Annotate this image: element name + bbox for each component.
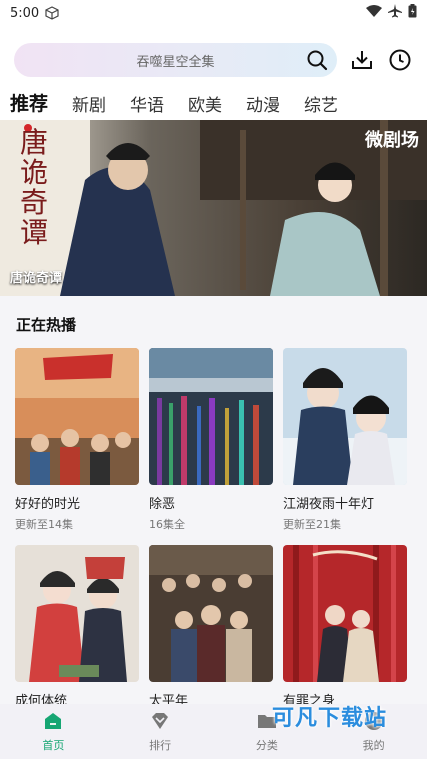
status-time: 5:00 [10, 5, 40, 21]
hot-section: 正在热播 好好的时光 更新至14集 除恶 16集全 江湖夜雨十年灯 更新至21集… [0, 296, 427, 709]
download-button[interactable] [349, 47, 375, 73]
show-poster [283, 348, 407, 485]
nav-home-label: 首页 [42, 738, 65, 752]
banner-caption: 唐诡奇谭 [10, 271, 63, 286]
history-button[interactable] [387, 47, 413, 73]
show-card[interactable]: 成何体统 [15, 545, 139, 713]
show-name: 好好的时光 [15, 497, 81, 512]
nav-ranking-label: 排行 [149, 738, 172, 752]
show-poster [149, 545, 273, 682]
nav-home[interactable]: 首页 [0, 704, 107, 759]
show-name: 除恶 [149, 497, 176, 512]
home-icon [45, 712, 62, 729]
package-icon [45, 6, 59, 20]
show-poster [283, 545, 407, 682]
show-status: 更新至14集 [15, 518, 73, 531]
tab-western[interactable]: 欧美 [188, 91, 222, 116]
show-card[interactable]: 除恶 16集全 [149, 348, 273, 532]
clock-icon [389, 49, 411, 71]
search-input[interactable]: 吞噬星空全集 [14, 43, 337, 77]
tab-new[interactable]: 新剧 [72, 91, 106, 116]
banner-brand: 微剧场 [365, 130, 419, 151]
show-name: 江湖夜雨十年灯 [283, 497, 375, 512]
show-card[interactable]: 江湖夜雨十年灯 更新至21集 [283, 348, 407, 532]
tab-variety[interactable]: 综艺 [304, 91, 338, 116]
show-status: 16集全 [149, 518, 185, 531]
show-poster [149, 348, 273, 485]
download-icon [352, 51, 372, 69]
show-poster [15, 348, 139, 485]
ranking-icon [152, 712, 169, 729]
hero-banner[interactable]: 唐诡奇谭 微剧场 唐诡奇谭 [0, 120, 427, 296]
status-bar: 5:00 [0, 0, 427, 26]
tab-chinese[interactable]: 华语 [130, 91, 164, 116]
section-title: 正在热播 [16, 316, 77, 334]
banner-title-art: 唐诡奇谭 [20, 126, 49, 249]
watermark: 可凡下载站 [272, 706, 388, 731]
nav-ranking[interactable]: 排行 [107, 704, 214, 759]
battery-icon [408, 4, 417, 18]
tab-recommend[interactable]: 推荐 [10, 89, 48, 116]
search-icon[interactable] [306, 49, 328, 71]
show-card[interactable]: 有罪之身 [283, 545, 407, 713]
banner-image [0, 120, 427, 296]
wifi-icon [366, 4, 382, 17]
tab-anime[interactable]: 动漫 [246, 91, 280, 116]
search-placeholder: 吞噬星空全集 [136, 54, 215, 70]
search-row: 吞噬星空全集 [14, 42, 414, 78]
show-card[interactable]: 太平年 [149, 545, 273, 713]
nav-profile-label: 我的 [362, 738, 385, 752]
show-status: 更新至21集 [283, 518, 341, 531]
show-card[interactable]: 好好的时光 更新至14集 [15, 348, 139, 532]
airplane-icon [388, 4, 402, 18]
category-tabs: 推荐 新剧 华语 欧美 动漫 综艺 [10, 86, 362, 116]
nav-category-label: 分类 [255, 738, 278, 752]
show-poster [15, 545, 139, 682]
